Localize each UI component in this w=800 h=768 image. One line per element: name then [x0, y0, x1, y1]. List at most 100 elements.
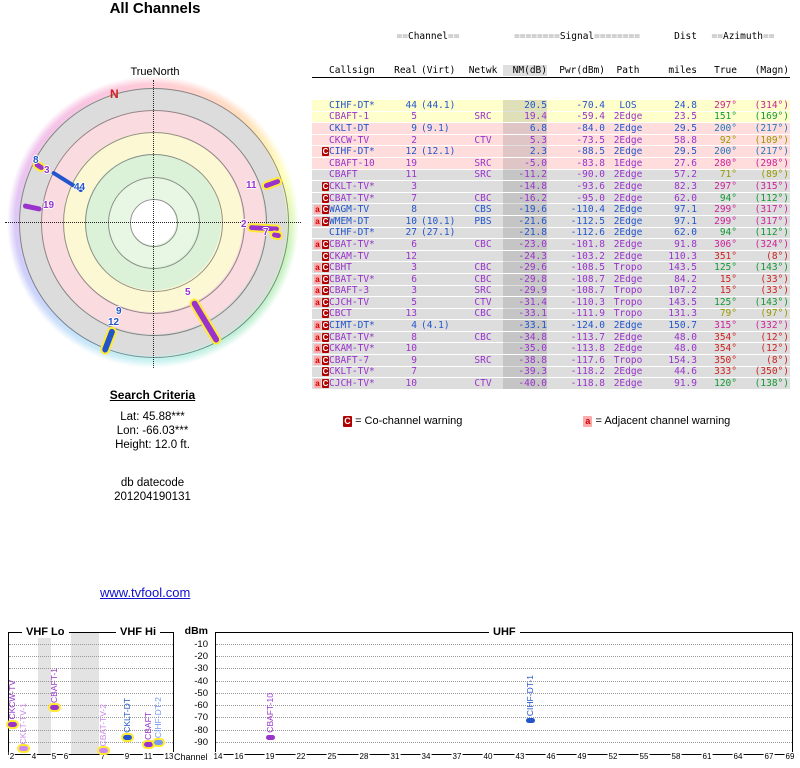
dbm-tick-label: -60 [194, 700, 208, 711]
cell-pwr: -101.8 [570, 238, 605, 250]
cell-azimuth-magn: (317°) [754, 215, 789, 227]
spectrum-bar [152, 738, 165, 747]
adjacent-channel-warning-icon: a [314, 205, 321, 215]
cell-miles: 131.3 [668, 308, 697, 320]
cell-netwk: CBC [474, 273, 492, 285]
cell-real: 11 [405, 169, 417, 181]
cell-miles: 82.3 [674, 180, 697, 192]
cell-callsign: CKLT-DT [329, 122, 370, 134]
co-channel-warning-icon: C [322, 297, 329, 307]
channel-axis-title: Channel [174, 752, 208, 762]
cell-azimuth-true: 351° [714, 250, 737, 262]
cell-real: 2 [411, 134, 417, 146]
cell-nm: -31.4 [503, 296, 547, 308]
cell-miles: 107.2 [668, 285, 697, 297]
adjacent-channel-warning-icon: a [314, 321, 321, 331]
cell-netwk: CTV [474, 378, 492, 390]
spectrum-bar [121, 733, 134, 742]
dbm-tick-label: -10 [194, 639, 208, 650]
cell-azimuth-true: 200° [714, 122, 737, 134]
dbm-tick-label: -20 [194, 651, 208, 662]
azimuth-group-header: ==Azimuth== [711, 30, 775, 42]
spectrum-bar-label: CKLT-TV-1 [18, 702, 28, 744]
cell-real: 3 [411, 285, 417, 297]
cell-nm: -35.0 [503, 343, 547, 355]
cell-azimuth-magn: (33°) [760, 273, 789, 285]
table-row: CBAFT-1 5 SRC 19.4 -59.4 2Edge 23.5 151° (169°) [312, 111, 790, 123]
cell-path: 2Edge [613, 227, 643, 239]
cell-azimuth-true: 299° [714, 204, 737, 216]
cell-netwk: CBC [474, 238, 492, 250]
channel-tick-label: 9 [123, 752, 131, 761]
cell-path: 2Edge [613, 378, 643, 390]
cell-miles: 27.6 [674, 157, 697, 169]
cell-nm: -33.1 [503, 308, 547, 320]
cell-path: 2Edge [613, 343, 643, 355]
dbm-tick-label: -70 [194, 712, 208, 723]
cell-real: 27 [405, 227, 417, 239]
cell-nm: -24.3 [503, 250, 547, 262]
cell-callsign: CIMT-DT* [329, 320, 375, 332]
cell-nm: 20.5 [503, 99, 547, 111]
dbm-axis-title: dBm [184, 625, 208, 637]
cell-callsign: CJCH-TV* [329, 378, 375, 390]
cell-callsign: CBAFT-3 [329, 285, 370, 297]
warning-markers: C [312, 193, 329, 204]
cell-azimuth-true: 120° [714, 378, 737, 390]
cell-nm: -16.2 [503, 192, 547, 204]
spectrum-bar-label: CBAT-TV-2 [98, 703, 108, 746]
cell-miles: 154.3 [668, 354, 697, 366]
cell-miles: 110.3 [668, 250, 697, 262]
warning-markers: aC [312, 262, 329, 273]
cell-azimuth-magn: (143°) [754, 262, 789, 274]
cell-real: 6 [411, 273, 417, 285]
co-channel-warning-icon: C [322, 309, 329, 319]
cell-callsign: CBAFT-10 [329, 157, 375, 169]
cell-real: 10 [405, 378, 417, 390]
cell-miles: 29.5 [674, 122, 697, 134]
cell-azimuth-true: 94° [719, 192, 737, 204]
warning-markers: aC [312, 285, 329, 296]
cell-pwr: -73.5 [576, 134, 605, 146]
cell-miles: 58.8 [674, 134, 697, 146]
cell-pwr: -83.8 [576, 157, 605, 169]
channel-tick-label: 31 [389, 752, 401, 761]
channel-tick-label: 25 [326, 752, 338, 761]
cell-azimuth-true: 297° [714, 180, 737, 192]
cell-path: 2Edge [613, 250, 643, 262]
tvfool-link[interactable]: www.tvfool.com [100, 585, 190, 600]
cell-azimuth-true: 350° [714, 354, 737, 366]
cell-azimuth-true: 92° [719, 134, 737, 146]
channel-tick-label: 2 [8, 752, 16, 761]
channel-tick-label: 6 [62, 752, 70, 761]
cell-azimuth-magn: (8°) [766, 250, 789, 262]
table-row: a C CBAT-TV* 6 CBC -23.0 -101.8 2Edge 91.8 306° (3… [312, 238, 790, 250]
radar-ring-outline [19, 88, 289, 358]
table-column-headers: Callsign Real (Virt) Netwk NM(dB) Pwr(dB… [312, 64, 790, 78]
channel-tick-label: 67 [763, 752, 775, 761]
cell-real: 8 [411, 331, 417, 343]
table-rows: CIHF-DT* 44 (44.1) 20.5 -70.4 LOS 24.8 297° (314… [312, 99, 790, 390]
adjacent-channel-legend: a = Adjacent channel warning [583, 414, 731, 427]
warning-markers: aC [312, 378, 329, 389]
cell-pwr: -110.4 [570, 204, 605, 216]
spectrum-bar-label: CIHF-DT-1 [525, 674, 535, 716]
cell-path: 2Edge [613, 320, 643, 332]
cell-path: Tropo [613, 262, 643, 274]
db-datecode-label: db datecode [120, 477, 185, 489]
cell-nm: -34.8 [503, 331, 547, 343]
uhf-band-label: UHF [489, 626, 520, 638]
co-channel-warning-icon: C [322, 379, 329, 389]
cell-azimuth-magn: (12°) [760, 343, 789, 355]
cell-callsign: CKAM-TV* [329, 343, 375, 355]
dbm-tick-label: -80 [194, 725, 208, 736]
table-header-groups: ==Channel== ========Signal======== Dist … [312, 30, 790, 42]
cell-azimuth-true: 299° [714, 215, 737, 227]
table-row: a C CBAT-TV* 8 CBC -34.8 -113.7 2Edge 48.0 354° (1… [312, 331, 790, 343]
site-link-wrap: www.tvfool.com [100, 585, 190, 600]
cell-callsign: CJCH-TV [329, 296, 370, 308]
cell-callsign: CKLT-TV* [329, 366, 375, 378]
cell-path: 2Edge [613, 146, 643, 158]
channel-tick-label: 4 [30, 752, 38, 761]
adjacent-channel-warning-icon: a [314, 263, 321, 273]
